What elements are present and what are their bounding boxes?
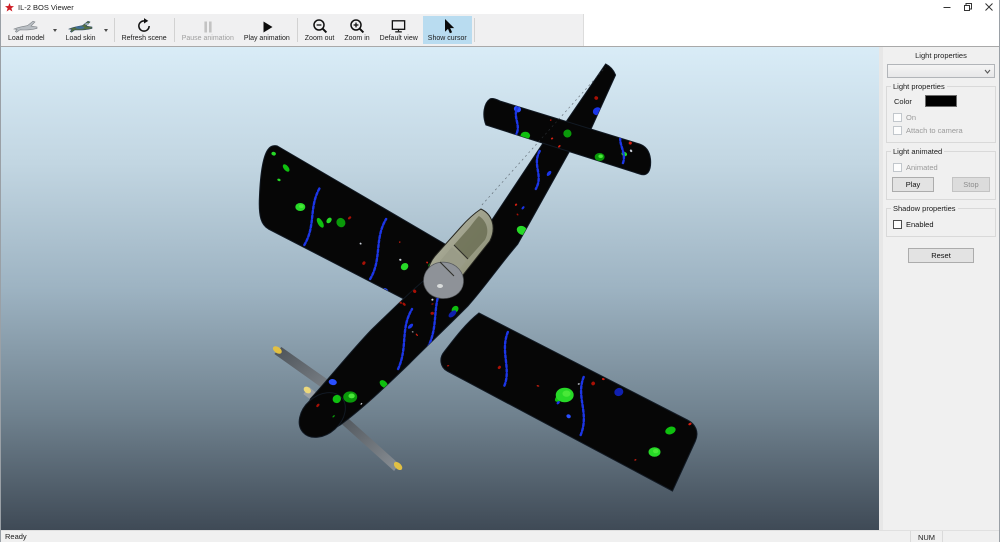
chevron-down-icon [984,69,991,74]
checkbox-icon [893,126,902,135]
zoom-out-label: Zoom out [304,35,335,42]
chevron-down-icon [53,28,58,32]
toolbar-row: Load model Load skin Refresh scene Pause… [1,14,999,47]
light-group: Light properties Color On Attach to came… [886,82,996,143]
airplane-gray-icon [13,17,39,34]
panel-caption: Light properties [915,51,967,60]
checkbox-icon [893,220,902,229]
minimize-icon [943,7,950,8]
toolbar-separator [173,18,175,42]
refresh-scene-label: Refresh scene [121,35,167,42]
show-cursor-label: Show cursor [427,35,467,42]
load-model-label: Load model [8,35,45,42]
status-text: Ready [5,532,27,541]
toolbar-separator [296,18,298,42]
zoom-in-label: Zoom in [344,35,370,42]
on-label: On [906,113,917,122]
shadow-enabled-label: Enabled [906,220,934,229]
app-icon [5,2,14,11]
aircraft-model [258,63,698,492]
cursor-icon [439,17,455,34]
load-model-dropdown[interactable] [50,16,61,44]
shadow-properties-title: Shadow properties [891,204,958,213]
app-window: IL-2 BOS Viewer Load model Load skin Ref… [0,0,1000,542]
refresh-icon [136,17,152,34]
play-icon [260,17,274,34]
titlebar: IL-2 BOS Viewer [1,0,999,14]
magnifier-minus-icon [312,17,328,34]
attach-to-camera-checkbox: Attach to camera [893,126,990,135]
pause-animation-button: Pause animation [177,16,239,44]
stop-button: Stop [952,177,990,192]
statusbar: Ready NUM [1,530,999,542]
checkbox-icon [893,113,902,122]
refresh-scene-button[interactable]: Refresh scene [117,16,172,44]
toolbar-separator [473,18,475,42]
toolbar: Load model Load skin Refresh scene Pause… [1,14,584,46]
airplane-camo-icon [67,17,94,34]
shadow-properties-group: Shadow properties Enabled [886,204,996,237]
num-lock-indicator: NUM [910,531,943,542]
window-title: IL-2 BOS Viewer [18,2,74,12]
zoom-out-button[interactable]: Zoom out [300,16,340,44]
close-icon [984,3,993,11]
show-cursor-button[interactable]: Show cursor [422,16,472,44]
play-animation-label: Play animation [243,35,290,42]
reset-button[interactable]: Reset [908,248,974,263]
default-view-label: Default view [379,35,418,42]
pause-animation-label: Pause animation [181,35,234,42]
magnifier-plus-icon [349,17,365,34]
load-model-button[interactable]: Load model [3,16,50,44]
light-color-swatch[interactable] [924,95,957,107]
toolbar-separator [113,18,115,42]
zoom-in-button[interactable]: Zoom in [339,16,374,44]
load-skin-button[interactable]: Load skin [61,16,101,44]
default-view-button[interactable]: Default view [375,16,423,44]
color-label: Color [894,96,912,106]
light-animated-group: Light animated Animated Play Stop [886,147,996,200]
monitor-icon [390,17,407,34]
light-select-combobox[interactable] [887,64,995,78]
light-animated-title: Light animated [891,147,945,156]
3d-viewport[interactable] [1,47,879,530]
restore-icon [963,3,972,11]
attach-to-camera-label: Attach to camera [906,126,963,135]
light-group-title: Light properties [891,82,947,91]
checkbox-icon [893,163,902,172]
shadow-enabled-checkbox[interactable]: Enabled [893,220,990,229]
aircraft-scene [258,63,698,492]
load-skin-label: Load skin [65,35,96,42]
play-animation-button[interactable]: Play animation [239,16,295,44]
pause-icon [201,17,215,34]
animated-label: Animated [906,163,938,172]
light-properties-panel: Light properties Light properties Color … [879,47,999,530]
minimize-button[interactable] [936,0,957,14]
on-checkbox: On [893,113,990,122]
animated-checkbox: Animated [893,163,990,172]
chevron-down-icon [104,28,109,32]
play-button[interactable]: Play [892,177,934,192]
load-skin-dropdown[interactable] [101,16,112,44]
close-button[interactable] [978,0,999,14]
restore-button[interactable] [957,0,978,14]
